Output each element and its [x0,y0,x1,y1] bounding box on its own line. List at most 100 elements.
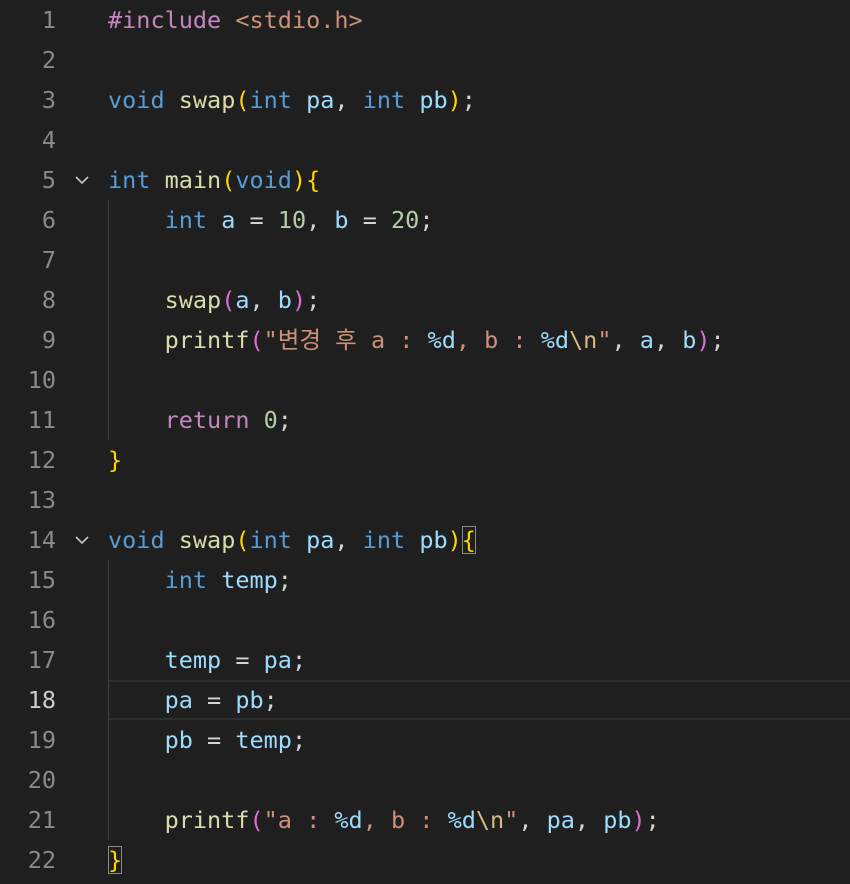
code-line[interactable]: 19 pb = temp; [0,720,850,760]
line-number: 18 [27,686,56,714]
code-token: pa [546,806,575,834]
code-line[interactable]: 4 [0,120,850,160]
line-number: 1 [41,6,56,34]
code-token: 20 [391,206,420,234]
code-token: a [235,286,250,314]
code-line[interactable]: 14 void swap(int pa, int pb){ [0,520,850,560]
code-token: pa [164,686,193,714]
code-token: swap [164,286,222,314]
code-token: a [221,206,236,234]
code-token: b [682,326,697,354]
code-token: = [192,726,236,754]
code-token: ( [221,166,236,194]
code-token: pb [164,726,193,754]
code-token: pb [419,86,448,114]
code-text: printf("a : %d, b : %d\n", pa, pb); [108,800,660,840]
code-token: printf [164,806,250,834]
code-editor[interactable]: 1 #include <stdio.h> 2 3 void swap(int pa, i… [0,0,850,884]
code-line[interactable]: 11 return 0; [0,400,850,440]
code-line[interactable]: 2 [0,40,850,80]
code-token: temp [221,566,278,594]
code-line[interactable]: 18 pa = pb; [0,680,850,720]
code-token: ( [221,286,236,314]
code-token: %d [334,806,363,834]
code-token: ; [291,646,307,674]
code-token: ; [277,406,292,434]
code-token: void [235,166,292,194]
code-text: int a = 10, b = 20; [108,200,434,240]
code-token: pb [235,686,264,714]
code-token: printf [164,326,250,354]
code-line[interactable]: 13 [0,480,850,520]
code-token: b [277,286,292,314]
code-token: ) [447,86,462,114]
line-number: 10 [27,366,56,394]
code-line[interactable]: 12} [0,440,850,480]
code-line[interactable]: 7 [0,240,850,280]
chevron-down-icon[interactable] [72,530,92,550]
code-line[interactable]: 15 int temp; [0,560,850,600]
chevron-down-icon[interactable] [72,170,92,190]
code-line[interactable]: 21 printf("a : %d, b : %d\n", pa, pb); [0,800,850,840]
code-line[interactable]: 16 [0,600,850,640]
line-number: 5 [41,166,56,194]
code-token: = [235,206,278,234]
line-number: 14 [27,526,56,554]
code-token: " [597,326,612,354]
code-line[interactable]: 8 swap(a, b); [0,280,850,320]
code-token: { [306,166,321,194]
code-token: ; [461,86,476,114]
line-number: 8 [41,286,56,314]
code-token: ( [235,526,250,554]
code-token: %d [427,326,456,354]
code-token: 10 [277,206,307,234]
code-token: = [221,646,264,674]
code-token: ) [696,326,711,354]
code-token: ) [291,286,307,314]
code-token: int [164,566,208,594]
code-token: \n [475,806,505,834]
code-line[interactable]: 3 void swap(int pa, int pb); [0,80,850,120]
code-line[interactable]: 6 int a = 10, b = 20; [0,200,850,240]
code-token: , [653,326,683,354]
code-token: , [518,806,547,834]
code-token: , b : [455,326,541,354]
code-line[interactable]: 5 int main(void){ [0,160,850,200]
code-text: return 0; [108,400,292,440]
code-line[interactable]: 10 [0,360,850,400]
code-line[interactable]: 20 [0,760,850,800]
code-line[interactable]: 22} [0,840,850,880]
code-line[interactable]: 9 printf("변경 후 a : %d, b : %d\n", a, b); [0,320,850,360]
code-line[interactable]: 1 #include <stdio.h> [0,0,850,40]
line-number: 17 [27,646,56,674]
code-token: pb [419,526,448,554]
code-text: pb = temp; [108,720,307,760]
code-token: b [334,206,349,234]
code-token: ; [263,686,278,714]
code-token: swap [178,86,236,114]
code-token: ) [631,806,646,834]
code-line[interactable]: 17 temp = pa; [0,640,850,680]
line-number: 15 [27,566,56,594]
indent-guide [108,560,109,840]
code-token: ; [291,726,307,754]
code-token: "변경 후 a : [263,326,428,354]
line-number: 19 [27,726,56,754]
code-token: , b : [362,806,448,834]
line-number: 2 [41,46,56,74]
code-token: temp [235,726,292,754]
code-token: , [249,286,278,314]
code-token: \n [569,326,598,354]
code-token: , [306,206,335,234]
code-token: a [639,326,654,354]
code-token: "a : [263,806,335,834]
code-token: , [334,86,363,114]
code-token: swap [178,526,236,554]
line-number: 12 [27,446,56,474]
code-token: ) [291,166,307,194]
